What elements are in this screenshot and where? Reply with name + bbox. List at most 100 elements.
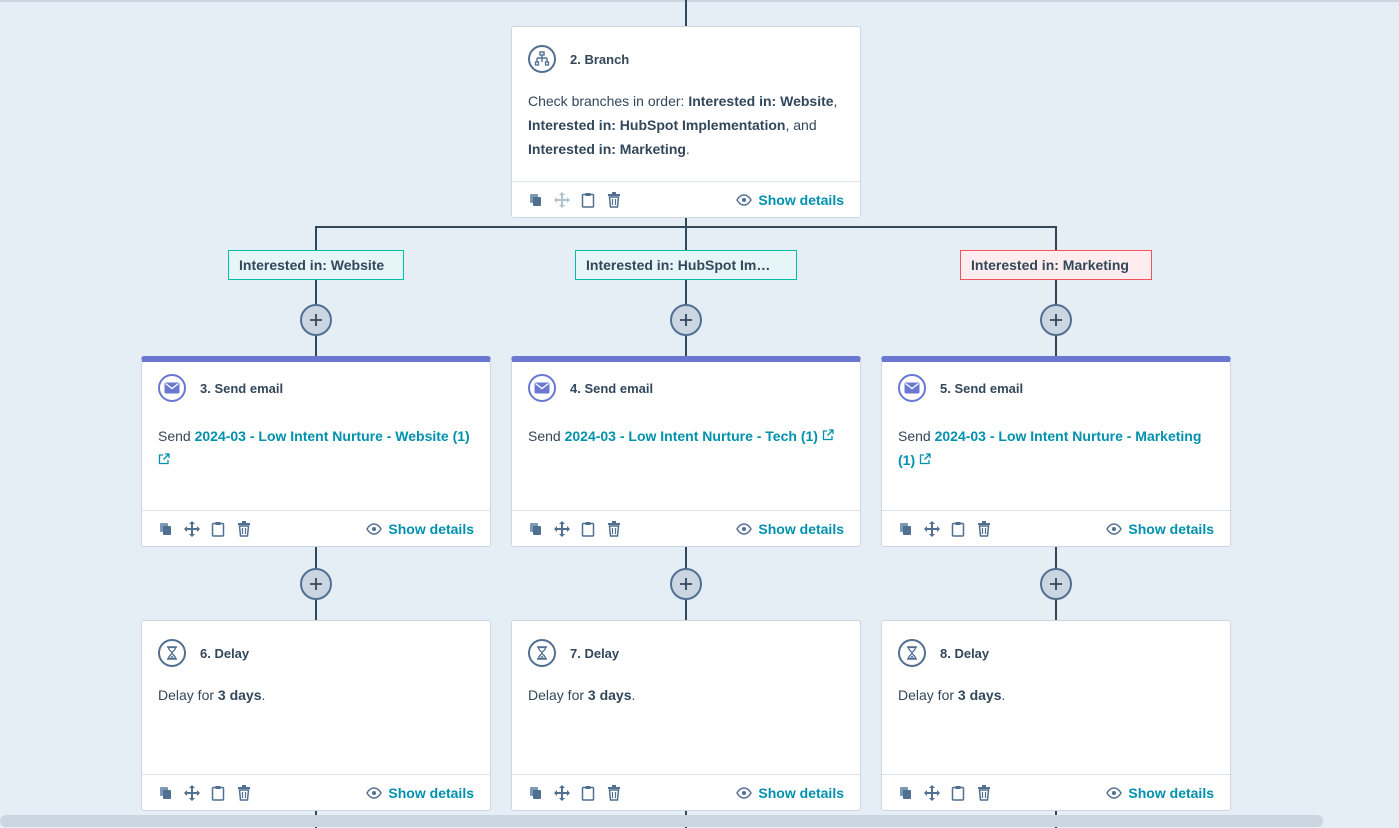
card-header: 3. Send email <box>158 374 283 402</box>
hourglass-icon <box>898 639 926 667</box>
connector-line <box>1055 226 1057 358</box>
card-toolbar: Show details <box>142 510 490 546</box>
delay-card-marketing[interactable]: 8. Delay Delay for 3 days. Show details <box>881 620 1231 811</box>
trash-icon[interactable] <box>236 520 252 537</box>
card-header: 2. Branch <box>528 45 629 73</box>
trash-icon[interactable] <box>236 784 252 801</box>
hourglass-icon <box>528 639 556 667</box>
card-header: 6. Delay <box>158 639 249 667</box>
trash-icon[interactable] <box>606 784 622 801</box>
eye-icon <box>1106 522 1123 535</box>
clone-icon[interactable] <box>528 521 544 537</box>
send-email-card-marketing[interactable]: 5. Send email Send 2024-03 - Low Intent … <box>881 356 1231 547</box>
plus-icon <box>1050 314 1062 326</box>
description-text: Send <box>158 428 195 444</box>
branch-name: Interested in: HubSpot Implementation <box>528 117 786 133</box>
clone-icon[interactable] <box>528 192 544 208</box>
workflow-canvas: 2. Branch Check branches in order: Inter… <box>0 0 1399 828</box>
plus-icon <box>310 578 322 590</box>
description-text: . <box>261 687 266 703</box>
card-header: 7. Delay <box>528 639 619 667</box>
show-details-link[interactable]: Show details <box>736 785 844 801</box>
move-icon[interactable] <box>184 520 200 537</box>
show-details-label: Show details <box>758 784 844 801</box>
move-icon[interactable] <box>924 520 940 537</box>
card-description: Send 2024-03 - Low Intent Nurture - Webs… <box>158 424 476 472</box>
show-details-link[interactable]: Show details <box>366 785 474 801</box>
delay-card-tech[interactable]: 7. Delay Delay for 3 days. Show details <box>511 620 861 811</box>
clipboard-icon[interactable] <box>950 521 966 537</box>
clone-icon[interactable] <box>898 785 914 801</box>
branch-action-card[interactable]: 2. Branch Check branches in order: Inter… <box>511 26 861 218</box>
show-details-link[interactable]: Show details <box>1106 785 1214 801</box>
connector-line <box>685 0 687 28</box>
clone-icon[interactable] <box>528 785 544 801</box>
add-action-button[interactable] <box>1040 304 1072 336</box>
show-details-label: Show details <box>388 784 474 801</box>
eye-icon <box>736 193 753 206</box>
eye-icon <box>736 522 753 535</box>
show-details-link[interactable]: Show details <box>1106 521 1214 537</box>
trash-icon[interactable] <box>606 191 622 208</box>
delay-value: 3 days <box>587 687 632 703</box>
show-details-label: Show details <box>1128 520 1214 537</box>
card-title: 5. Send email <box>940 380 1024 396</box>
clipboard-icon[interactable] <box>950 785 966 801</box>
plus-icon <box>680 314 692 326</box>
branch-label-marketing[interactable]: Interested in: Marketing <box>960 250 1152 280</box>
send-email-card-tech[interactable]: 4. Send email Send 2024-03 - Low Intent … <box>511 356 861 547</box>
clone-icon[interactable] <box>158 785 174 801</box>
show-details-link[interactable]: Show details <box>736 192 844 208</box>
email-link[interactable]: 2024-03 - Low Intent Nurture - Tech (1) <box>565 428 818 444</box>
card-toolbar: Show details <box>882 774 1230 810</box>
branch-label-website[interactable]: Interested in: Website <box>228 250 404 280</box>
branch-label-hubspot-implementation[interactable]: Interested in: HubSpot Im… <box>575 250 797 280</box>
hourglass-icon <box>158 639 186 667</box>
card-title: 3. Send email <box>200 380 284 396</box>
clipboard-icon[interactable] <box>580 192 596 208</box>
move-icon[interactable] <box>924 784 940 801</box>
card-description: Delay for 3 days. <box>158 683 476 707</box>
trash-icon[interactable] <box>976 784 992 801</box>
send-email-card-website[interactable]: 3. Send email Send 2024-03 - Low Intent … <box>141 356 491 547</box>
clone-icon[interactable] <box>158 521 174 537</box>
card-description: Delay for 3 days. <box>898 683 1216 707</box>
add-action-button[interactable] <box>670 568 702 600</box>
move-icon[interactable] <box>554 520 570 537</box>
card-title: 6. Delay <box>200 645 250 661</box>
add-action-button[interactable] <box>300 304 332 336</box>
email-icon <box>528 374 556 402</box>
show-details-link[interactable]: Show details <box>736 521 844 537</box>
eye-icon <box>1106 786 1123 799</box>
horizontal-scrollbar[interactable] <box>0 815 1323 827</box>
email-link[interactable]: 2024-03 - Low Intent Nurture - Marketing… <box>898 428 1201 468</box>
clipboard-icon[interactable] <box>580 521 596 537</box>
trash-icon[interactable] <box>606 520 622 537</box>
add-action-button[interactable] <box>300 568 332 600</box>
show-details-label: Show details <box>758 520 844 537</box>
card-header: 8. Delay <box>898 639 989 667</box>
add-action-button[interactable] <box>670 304 702 336</box>
move-icon[interactable] <box>554 191 570 208</box>
card-title: 2. Branch <box>570 51 630 67</box>
email-link[interactable]: 2024-03 - Low Intent Nurture - Website (… <box>195 428 470 444</box>
description-text: . <box>685 141 690 157</box>
add-action-button[interactable] <box>1040 568 1072 600</box>
show-details-label: Show details <box>758 191 844 208</box>
move-icon[interactable] <box>184 784 200 801</box>
delay-card-website[interactable]: 6. Delay Delay for 3 days. Show details <box>141 620 491 811</box>
show-details-link[interactable]: Show details <box>366 521 474 537</box>
eye-icon <box>366 786 383 799</box>
clipboard-icon[interactable] <box>210 521 226 537</box>
clipboard-icon[interactable] <box>210 785 226 801</box>
clipboard-icon[interactable] <box>580 785 596 801</box>
clone-icon[interactable] <box>898 521 914 537</box>
external-link-icon <box>919 453 931 465</box>
card-toolbar: Show details <box>512 181 860 217</box>
plus-icon <box>1050 578 1062 590</box>
move-icon[interactable] <box>554 784 570 801</box>
description-text: Delay for <box>898 687 958 703</box>
top-border <box>0 0 1399 2</box>
card-description: Delay for 3 days. <box>528 683 846 707</box>
trash-icon[interactable] <box>976 520 992 537</box>
